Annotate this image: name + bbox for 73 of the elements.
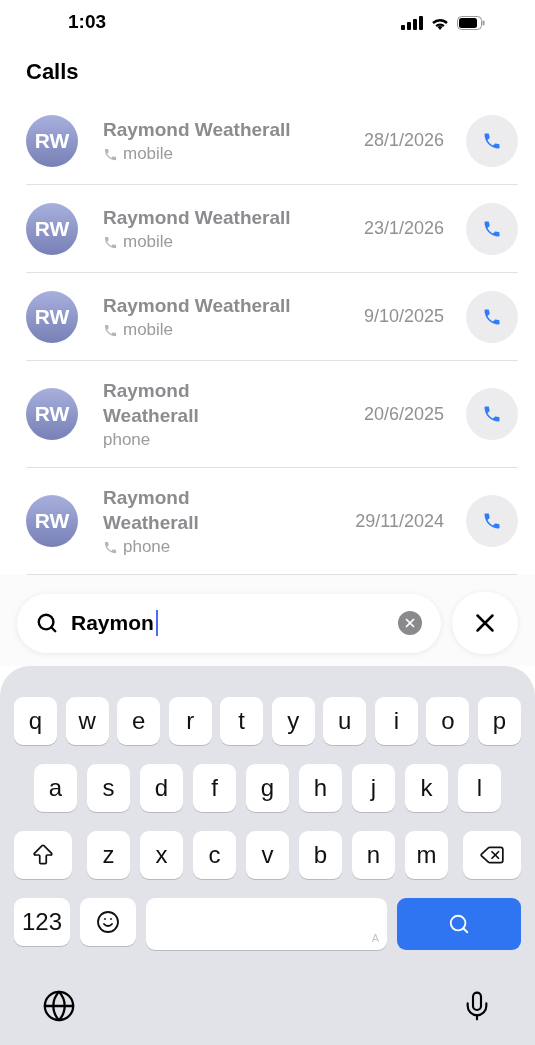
call-type: phone (103, 430, 151, 450)
shift-icon (30, 842, 56, 868)
search-icon (36, 612, 58, 634)
call-type: mobile (123, 144, 174, 164)
numbers-key[interactable]: 123 (14, 898, 70, 946)
key[interactable]: s (87, 764, 130, 812)
contact-name: Raymond Weatherall (103, 379, 200, 428)
key[interactable]: p (477, 697, 521, 745)
call-date: 28/1/2026 (363, 129, 444, 152)
clear-icon[interactable] (398, 611, 422, 635)
search-key[interactable] (397, 898, 521, 950)
contact-name: Raymond Weatherall (103, 294, 292, 318)
phone-icon (103, 539, 118, 555)
key[interactable]: f (193, 764, 236, 812)
contact-name: Raymond Weatherall (103, 486, 200, 535)
key[interactable]: d (140, 764, 183, 812)
call-button[interactable] (466, 388, 518, 440)
phone-icon (103, 234, 118, 250)
battery-icon (457, 15, 485, 30)
key[interactable]: c (193, 831, 236, 879)
call-type: phone (123, 537, 171, 557)
key[interactable]: l (458, 764, 501, 812)
key[interactable]: v (246, 831, 289, 879)
key[interactable]: m (405, 831, 448, 879)
key[interactable]: a (34, 764, 77, 812)
emoji-icon (96, 910, 120, 934)
search-field[interactable]: Raymon (17, 593, 441, 653)
globe-icon[interactable] (42, 989, 76, 1023)
key[interactable]: e (117, 697, 161, 745)
contact-name: Raymond Weatherall (103, 118, 292, 142)
signal-icon (401, 15, 423, 30)
call-date: 23/1/2026 (363, 217, 444, 240)
search-text: Raymon (71, 610, 154, 637)
phone-icon (103, 322, 118, 338)
phone-icon (103, 146, 118, 162)
key[interactable]: x (140, 831, 183, 879)
key[interactable]: r (168, 697, 212, 745)
search-icon (448, 913, 470, 935)
call-type: mobile (123, 320, 174, 340)
key[interactable]: w (65, 697, 109, 745)
key[interactable]: g (246, 764, 289, 812)
close-button[interactable] (452, 592, 518, 654)
status-time: 1:03 (68, 10, 107, 35)
avatar: RW (26, 388, 78, 440)
section-title: Calls (26, 57, 79, 86)
key[interactable]: j (352, 764, 395, 812)
key[interactable]: b (299, 831, 342, 879)
key[interactable]: q (14, 697, 57, 745)
shift-key[interactable] (14, 831, 72, 879)
delete-key[interactable] (463, 831, 521, 879)
phone-icon (482, 404, 502, 424)
call-button[interactable] (466, 495, 518, 547)
avatar: RW (26, 290, 78, 343)
key[interactable]: k (405, 764, 448, 812)
phone-icon (482, 511, 502, 531)
key[interactable]: i (374, 697, 418, 745)
key[interactable]: y (271, 697, 315, 745)
contact-name: Raymond Weatherall (103, 206, 292, 230)
key[interactable]: o (426, 697, 470, 745)
emoji-key[interactable] (80, 898, 136, 946)
call-type: mobile (123, 232, 174, 252)
call-date: 29/11/2024 (355, 509, 444, 533)
key[interactable]: z (87, 831, 130, 879)
avatar: RW (26, 495, 78, 547)
key[interactable]: n (352, 831, 395, 879)
call-date: 20/6/2025 (363, 402, 444, 426)
avatar: RW (26, 114, 78, 167)
call-date: 9/10/2025 (363, 305, 444, 328)
space-hint: A (371, 930, 379, 946)
key[interactable]: u (323, 697, 367, 745)
key[interactable]: h (299, 764, 342, 812)
key[interactable]: t (220, 697, 264, 745)
avatar: RW (26, 202, 78, 255)
